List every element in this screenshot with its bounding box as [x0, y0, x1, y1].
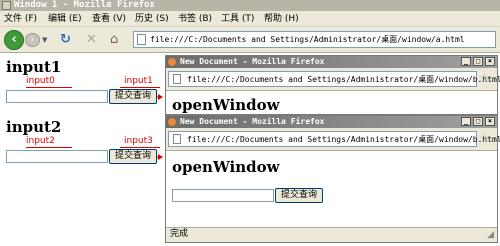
- close-icon[interactable]: ×: [485, 57, 495, 66]
- popup-url-bar[interactable]: file:///C:/Documents and Settings/Admini…: [168, 131, 500, 147]
- page-icon: [173, 134, 181, 144]
- popup-title: New Document - Mozilla Firefox: [180, 117, 325, 126]
- popup-toolbar: file:///C:/Documents and Settings/Admini…: [166, 128, 500, 151]
- firefox-icon: [168, 58, 176, 66]
- minimize-icon[interactable]: _: [461, 117, 471, 126]
- bookmark-star-icon[interactable]: ☆: [479, 71, 490, 85]
- popup-title: New Document - Mozilla Firefox: [180, 57, 325, 66]
- popup-heading: openWindow: [172, 158, 280, 176]
- popup-title-bar[interactable]: New Document - Mozilla Firefox _ □ ×: [166, 116, 497, 128]
- popup-toolbar: file:///C:/Documents and Settings/Admini…: [166, 68, 500, 91]
- popup-text-input[interactable]: [172, 189, 274, 202]
- maximize-icon[interactable]: □: [473, 117, 483, 126]
- popup-window-3[interactable]: New Document - Mozilla Firefox _ □ × fil…: [165, 115, 500, 243]
- popup-window-1[interactable]: New Document - Mozilla Firefox _ □ × fil…: [165, 55, 500, 115]
- popup-heading: openWindow: [172, 96, 280, 114]
- arrow-head-1: [158, 94, 163, 100]
- popup-submit-button[interactable]: 提交查询: [275, 188, 323, 203]
- close-icon[interactable]: ×: [485, 117, 495, 126]
- firefox-icon: [168, 118, 176, 126]
- minimize-icon[interactable]: _: [461, 57, 471, 66]
- popup-title-bar[interactable]: New Document - Mozilla Firefox _ □ ×: [166, 56, 497, 68]
- status-bar: 完成 ◢: [166, 227, 497, 242]
- popup-url-bar[interactable]: file:///C:/Documents and Settings/Admini…: [168, 71, 500, 87]
- popup-url-text: file:///C:/Documents and Settings/Admini…: [187, 75, 500, 84]
- status-text: 完成: [170, 229, 189, 239]
- page-icon: [173, 74, 181, 84]
- resize-grip-icon[interactable]: ◢: [487, 229, 494, 242]
- bookmark-star-icon[interactable]: ☆: [479, 131, 490, 145]
- maximize-icon[interactable]: □: [473, 57, 483, 66]
- arrow-head-2: [158, 154, 163, 160]
- popup-url-text: file:///C:/Documents and Settings/Admini…: [187, 135, 500, 144]
